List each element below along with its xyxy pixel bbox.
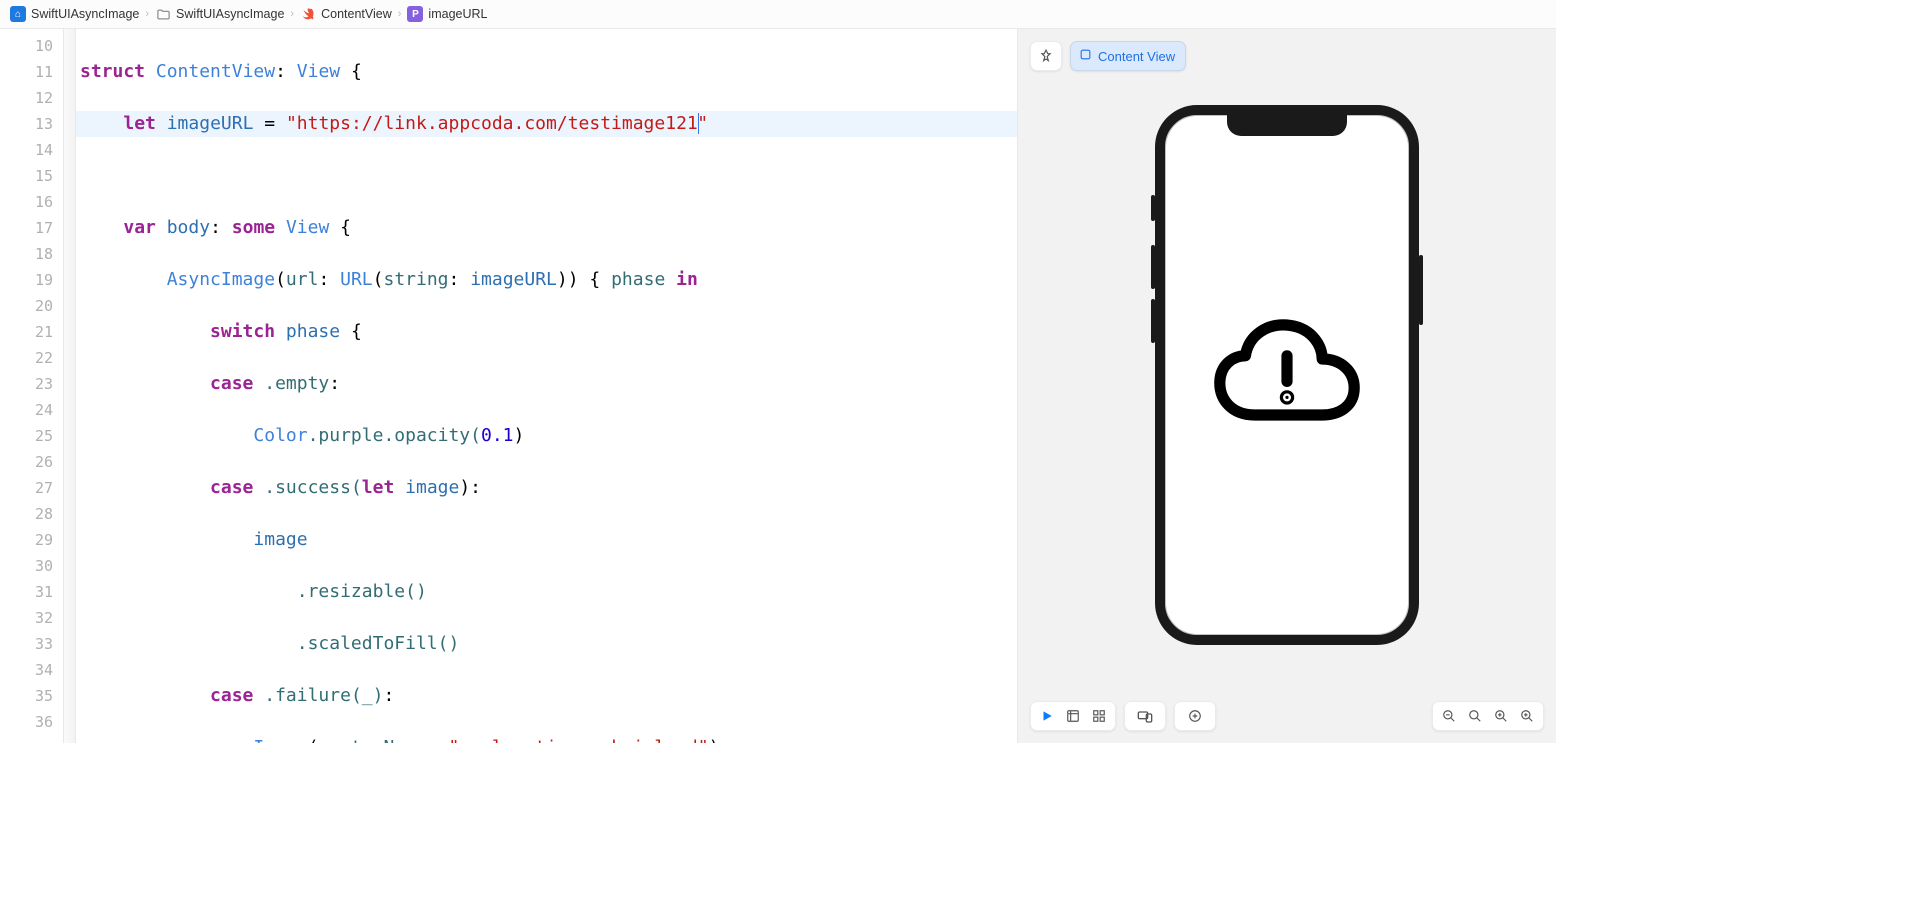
device-frame	[1155, 105, 1419, 645]
line-number: 14	[0, 137, 63, 163]
side-button-icon	[1151, 299, 1155, 343]
line-number: 12	[0, 85, 63, 111]
line-number: 23	[0, 371, 63, 397]
breadcrumb-project[interactable]: ⌂ SwiftUIAsyncImage	[10, 6, 139, 22]
line-number: 22	[0, 345, 63, 371]
main-area: 1011121314151617181920212223242526272829…	[0, 29, 1556, 743]
line-number: 34	[0, 657, 63, 683]
device-screen	[1165, 115, 1409, 635]
play-icon[interactable]	[1037, 709, 1057, 723]
code-content[interactable]: struct ContentView: View { let imageURL …	[76, 29, 1017, 743]
chevron-right-icon: ›	[398, 8, 402, 20]
zoom-out-icon[interactable]	[1439, 709, 1459, 723]
line-number: 20	[0, 293, 63, 319]
line-number: 11	[0, 59, 63, 85]
property-icon: P	[407, 6, 423, 22]
side-button-icon	[1419, 255, 1423, 325]
line-number: 32	[0, 605, 63, 631]
zoom-controls	[1432, 701, 1544, 731]
line-number-gutter: 1011121314151617181920212223242526272829…	[0, 29, 64, 743]
breadcrumb: ⌂ SwiftUIAsyncImage › SwiftUIAsyncImage …	[0, 0, 1556, 29]
zoom-in-icon[interactable]	[1517, 709, 1537, 723]
swift-icon	[300, 6, 316, 22]
line-number: 28	[0, 501, 63, 527]
preview-canvas: Content View	[1018, 29, 1556, 743]
breadcrumb-folder[interactable]: SwiftUIAsyncImage	[155, 6, 284, 22]
preview-controls	[1030, 701, 1116, 731]
line-number: 10	[0, 33, 63, 59]
line-number: 26	[0, 449, 63, 475]
breadcrumb-label: imageURL	[428, 7, 487, 21]
project-icon: ⌂	[10, 6, 26, 22]
folder-icon	[155, 6, 171, 22]
slider-icon	[1185, 709, 1205, 723]
zoom-actual-icon[interactable]	[1491, 709, 1511, 723]
line-number: 31	[0, 579, 63, 605]
breadcrumb-symbol[interactable]: P imageURL	[407, 6, 487, 22]
line-number: 30	[0, 553, 63, 579]
line-number: 24	[0, 397, 63, 423]
line-number: 19	[0, 267, 63, 293]
side-button-icon	[1151, 195, 1155, 221]
code-editor[interactable]: 1011121314151617181920212223242526272829…	[0, 29, 1018, 743]
breadcrumb-label: SwiftUIAsyncImage	[31, 7, 139, 21]
device-icon	[1135, 708, 1155, 724]
line-number: 36	[0, 709, 63, 735]
preview-chip-label: Content View	[1098, 49, 1175, 64]
line-number: 16	[0, 189, 63, 215]
exclamation-icloud-icon	[1207, 295, 1367, 455]
chevron-right-icon: ›	[145, 8, 149, 20]
grid-icon[interactable]	[1089, 709, 1109, 723]
line-number: 35	[0, 683, 63, 709]
line-number: 17	[0, 215, 63, 241]
fold-ribbon[interactable]	[64, 29, 76, 743]
line-number: 15	[0, 163, 63, 189]
pin-button[interactable]	[1030, 41, 1062, 71]
breadcrumb-label: SwiftUIAsyncImage	[176, 7, 284, 21]
line-number: 13	[0, 111, 63, 137]
side-button-icon	[1151, 245, 1155, 289]
preview-topbar: Content View	[1030, 41, 1186, 71]
line-number: 29	[0, 527, 63, 553]
breadcrumb-label: ContentView	[321, 7, 392, 21]
line-number: 18	[0, 241, 63, 267]
preview-chip[interactable]: Content View	[1070, 41, 1186, 71]
line-number: 27	[0, 475, 63, 501]
line-number: 33	[0, 631, 63, 657]
chevron-right-icon: ›	[290, 8, 294, 20]
square-icon	[1079, 48, 1092, 64]
line-number: 25	[0, 423, 63, 449]
device-selector-button[interactable]	[1124, 701, 1166, 731]
breadcrumb-file[interactable]: ContentView	[300, 6, 392, 22]
zoom-fit-icon[interactable]	[1465, 709, 1485, 723]
live-icon[interactable]	[1063, 709, 1083, 723]
settings-button[interactable]	[1174, 701, 1216, 731]
preview-bottombar	[1030, 701, 1544, 731]
line-number: 21	[0, 319, 63, 345]
